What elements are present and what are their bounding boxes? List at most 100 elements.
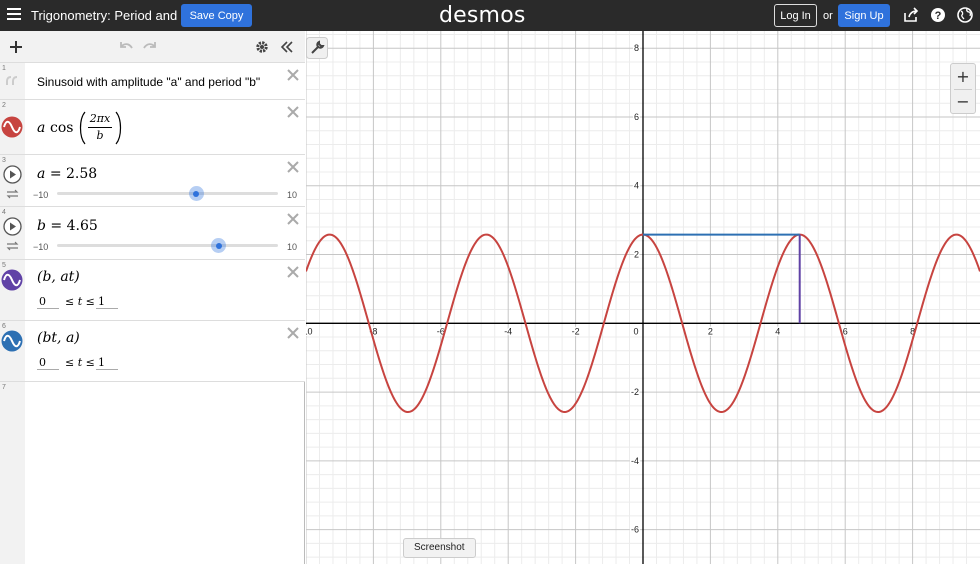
slider-handle[interactable] xyxy=(188,186,204,201)
x-tick-label: 0 xyxy=(633,326,638,336)
t-range-label: ≤ t ≤ xyxy=(65,295,95,308)
x-tick-label: 4 xyxy=(775,326,780,336)
expression-index: 2 xyxy=(2,102,6,109)
expression-toolbar xyxy=(0,31,305,63)
expression-gutter: 3 xyxy=(0,155,25,206)
play-icon[interactable] xyxy=(3,165,22,184)
slider-min[interactable]: −10 xyxy=(33,190,48,200)
expression-note[interactable]: 1 Sinusoid with amplitude "a" and period… xyxy=(0,63,305,100)
t-max-input[interactable]: 1 xyxy=(96,356,118,370)
x-tick-label: -10 xyxy=(306,326,313,336)
equals-sign: = xyxy=(50,218,63,234)
play-icon[interactable] xyxy=(3,217,22,236)
graph-paper[interactable]: -10-8-6-4-2024688642-2-4-6 + − Screensho… xyxy=(306,31,980,564)
loop-direction-icon[interactable] xyxy=(6,241,19,251)
slider-b-formula[interactable]: b = 4.65 xyxy=(37,218,98,234)
expression-parametric-1[interactable]: 5 (b, at) 0 ≤ t ≤ 1 xyxy=(0,260,305,321)
zoom-in-button[interactable]: + xyxy=(951,65,975,89)
delete-expression-icon[interactable] xyxy=(286,326,300,340)
cos-function: cos xyxy=(50,120,74,136)
slider-max[interactable]: 10 xyxy=(287,242,297,252)
expression-index: 1 xyxy=(2,65,6,72)
settings-gear-icon[interactable] xyxy=(255,40,269,54)
redo-icon[interactable] xyxy=(143,41,159,53)
right-paren xyxy=(115,111,122,145)
expression-panel: 1 Sinusoid with amplitude "a" and period… xyxy=(0,31,305,564)
delete-expression-icon[interactable] xyxy=(286,265,300,279)
fraction-bar xyxy=(88,127,112,128)
slider-handle[interactable] xyxy=(211,238,227,253)
y-tick-label: -6 xyxy=(631,525,639,535)
note-text[interactable]: Sinusoid with amplitude "a" and period "… xyxy=(37,75,260,89)
expression-gutter: 2 xyxy=(0,100,25,154)
menu-icon[interactable] xyxy=(7,8,21,22)
slider-max[interactable]: 10 xyxy=(287,190,297,200)
function-formula[interactable]: a cos 2πx b xyxy=(37,111,237,145)
expression-gutter: 4 xyxy=(0,207,25,259)
t-max-input[interactable]: 1 xyxy=(96,295,118,309)
y-tick-label: 6 xyxy=(634,112,639,122)
slider-a-formula[interactable]: a = 2.58 xyxy=(37,166,97,182)
equals-sign: = xyxy=(49,166,62,182)
x-tick-label: -4 xyxy=(504,326,512,336)
slider-track[interactable] xyxy=(57,244,278,247)
slider-min[interactable]: −10 xyxy=(33,242,48,252)
loop-direction-icon[interactable] xyxy=(6,189,19,199)
expression-index: 6 xyxy=(2,323,6,330)
log-in-button[interactable]: Log In xyxy=(774,4,817,27)
expression-empty[interactable]: 7 xyxy=(0,382,305,564)
graph-color-toggle-icon[interactable] xyxy=(1,269,23,291)
x-tick-label: 6 xyxy=(843,326,848,336)
language-globe-icon[interactable] xyxy=(957,7,973,23)
left-paren xyxy=(79,111,86,145)
t-min-input[interactable]: 0 xyxy=(37,295,59,309)
undo-icon[interactable] xyxy=(117,41,133,53)
or-text: or xyxy=(823,10,833,22)
sign-up-button[interactable]: Sign Up xyxy=(838,4,890,27)
delete-expression-icon[interactable] xyxy=(286,160,300,174)
add-item-icon[interactable] xyxy=(9,40,23,54)
y-tick-label: -4 xyxy=(631,456,639,466)
slider-value: 2.58 xyxy=(66,166,98,182)
quote-icon xyxy=(6,76,18,85)
delete-expression-icon[interactable] xyxy=(286,68,300,82)
graph-canvas[interactable]: -10-8-6-4-2024688642-2-4-6 xyxy=(306,31,980,564)
axes xyxy=(306,31,980,564)
top-bar: Trigonometry: Period and ... Save Copy d… xyxy=(0,0,980,31)
slider-track[interactable] xyxy=(57,192,278,195)
expression-gutter: 5 xyxy=(0,260,25,320)
slider-b[interactable]: 4 b = 4.65 −10 10 xyxy=(0,207,305,260)
t-range-label: ≤ t ≤ xyxy=(65,356,95,369)
graph-color-toggle-icon[interactable] xyxy=(1,330,23,352)
coefficient-a: a xyxy=(37,120,46,136)
variable-name: b xyxy=(37,218,46,234)
zoom-out-button[interactable]: − xyxy=(951,90,975,114)
slider-a[interactable]: 3 a = 2.58 −10 10 xyxy=(0,155,305,207)
expression-function[interactable]: 2 a cos 2πx b xyxy=(0,100,305,155)
share-icon[interactable] xyxy=(903,7,919,23)
graph-settings-wrench-icon[interactable] xyxy=(306,37,328,59)
t-min-input[interactable]: 0 xyxy=(37,356,59,370)
delete-expression-icon[interactable] xyxy=(286,105,300,119)
expression-index: 3 xyxy=(2,157,6,164)
x-tick-label: 2 xyxy=(708,326,713,336)
y-tick-label: 8 xyxy=(634,43,639,53)
delete-expression-icon[interactable] xyxy=(286,212,300,226)
save-copy-button[interactable]: Save Copy xyxy=(181,4,252,27)
graph-color-toggle-icon[interactable] xyxy=(1,116,23,138)
svg-text:?: ? xyxy=(935,10,942,22)
screenshot-tooltip: Screenshot xyxy=(403,538,476,558)
expression-index: 4 xyxy=(2,209,6,216)
document-title[interactable]: Trigonometry: Period and ... xyxy=(31,8,192,23)
variable-name: a xyxy=(37,166,46,182)
parametric-formula[interactable]: (b, at) xyxy=(37,269,80,285)
fraction-denominator: b xyxy=(96,129,104,142)
collapse-panel-icon[interactable] xyxy=(280,40,294,54)
slider-value: 4.65 xyxy=(66,218,98,234)
desmos-logo: desmos xyxy=(439,3,526,28)
help-icon[interactable]: ? xyxy=(930,7,946,23)
parametric-formula[interactable]: (bt, a) xyxy=(37,330,80,346)
expression-parametric-2[interactable]: 6 (bt, a) 0 ≤ t ≤ 1 xyxy=(0,321,305,382)
y-tick-label: 4 xyxy=(634,181,639,191)
y-tick-label: -2 xyxy=(631,387,639,397)
